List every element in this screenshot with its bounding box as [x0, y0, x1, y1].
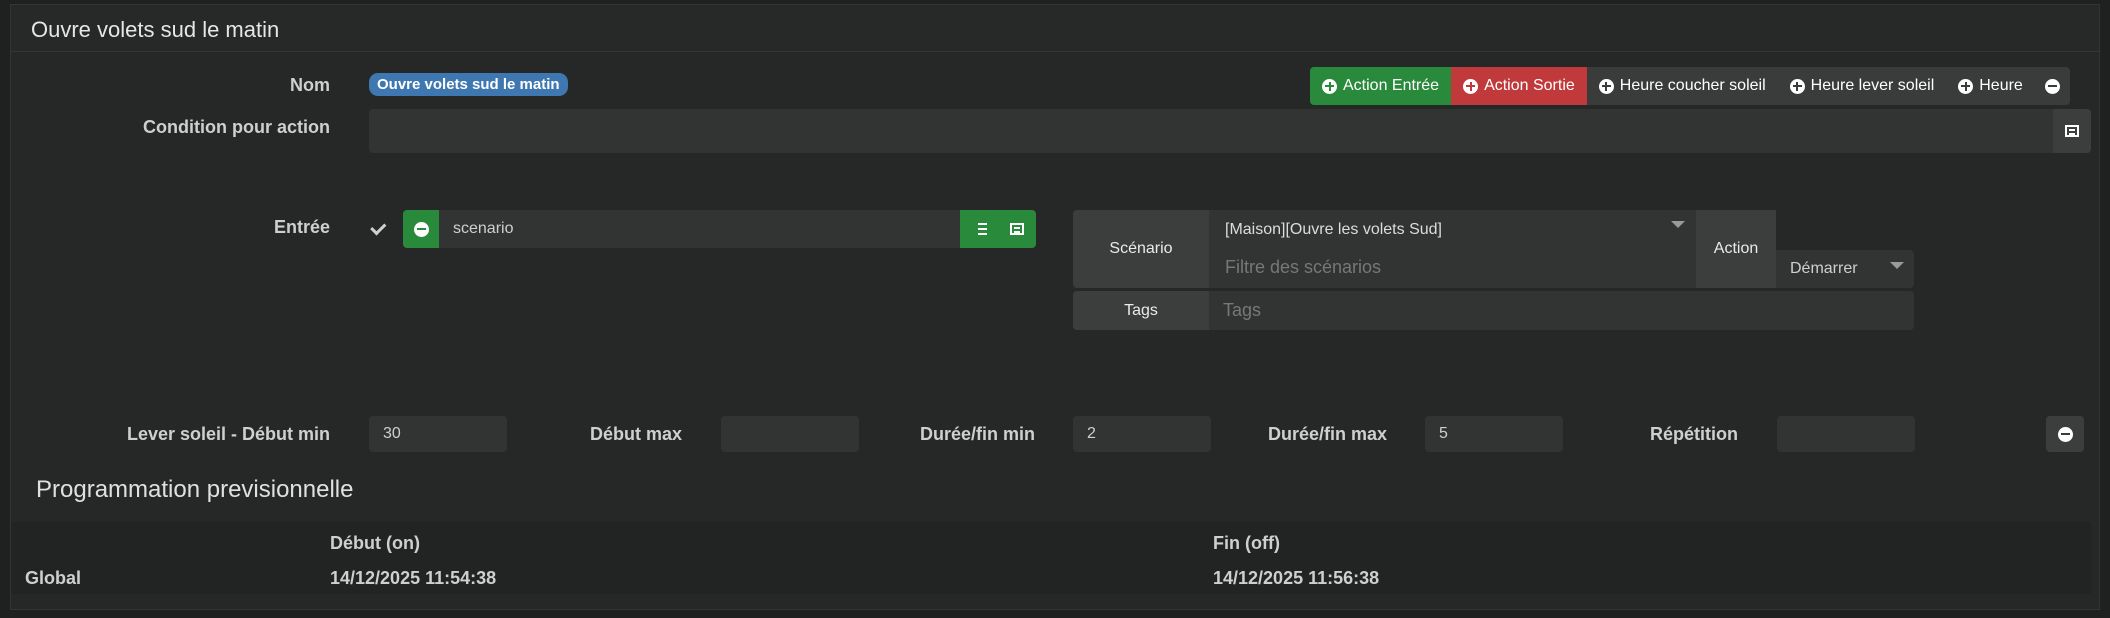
- list-icon: [2065, 125, 2079, 137]
- duration-max-label: Durée/fin max: [1267, 424, 1387, 444]
- column-header-start: Début (on): [330, 533, 420, 553]
- start-max-input[interactable]: [721, 416, 859, 452]
- plus-circle-icon: [1322, 78, 1337, 94]
- action-select[interactable]: Démarrer: [1776, 250, 1914, 288]
- remove-entry-button[interactable]: [403, 210, 439, 248]
- add-heure-lever-soleil-button[interactable]: Heure lever soleil: [1777, 67, 1947, 105]
- scenario-select-group: [Maison][Ouvre les volets Sud] Filtre de…: [1209, 210, 1696, 288]
- minus-circle-icon: [2057, 426, 2073, 442]
- action-label: Action: [1713, 240, 1759, 257]
- panel-title: Ouvre volets sud le matin: [31, 17, 280, 42]
- row-start-value: 14/12/2025 11:54:38: [330, 568, 497, 588]
- plus-circle-icon: [1598, 78, 1614, 94]
- select-entry-list-button[interactable]: [998, 210, 1036, 248]
- sunrise-start-min-label: Lever soleil - Début min: [126, 424, 330, 444]
- scenario-label-box: Scénario: [1073, 210, 1209, 288]
- list-icon: [1010, 223, 1024, 235]
- button-label: Heure lever soleil: [1810, 77, 1935, 94]
- name-label: Nom: [290, 75, 330, 95]
- remove-trigger-button[interactable]: [2034, 67, 2070, 105]
- tags-label: Tags: [1124, 301, 1158, 319]
- select-entry-tasks-button[interactable]: [960, 210, 998, 248]
- add-action-sortie-button[interactable]: Action Sortie: [1451, 67, 1587, 105]
- button-label: Action Sortie: [1484, 77, 1575, 94]
- add-heure-button[interactable]: Heure: [1946, 67, 2035, 105]
- panel-header: Ouvre volets sud le matin: [11, 5, 2099, 52]
- duration-min-label: Durée/fin min: [919, 424, 1035, 444]
- duration-min-input[interactable]: 2: [1073, 416, 1211, 452]
- entry-label: Entrée: [273, 217, 330, 237]
- plus-circle-icon: [1789, 78, 1805, 94]
- add-heure-coucher-soleil-button[interactable]: Heure coucher soleil: [1586, 67, 1778, 105]
- action-label-box: Action: [1696, 210, 1776, 288]
- tags-label-box: Tags: [1073, 291, 1209, 330]
- sunrise-start-min-input[interactable]: 30: [369, 416, 507, 452]
- button-label: Action Entrée: [1343, 77, 1440, 94]
- plus-circle-icon: [1958, 78, 1974, 94]
- column-header-end: Fin (off): [1213, 533, 1280, 553]
- action-button-bar: Action Entrée Action Sortie Heure couche…: [1310, 67, 2070, 105]
- chevron-down-icon: [1890, 262, 1904, 269]
- schedule-title: Programmation previsionnelle: [36, 476, 354, 503]
- minus-circle-icon: [413, 221, 429, 237]
- repetition-label: Répétition: [1650, 424, 1738, 444]
- scenario-select[interactable]: [Maison][Ouvre les volets Sud]: [1225, 221, 1442, 239]
- chevron-down-icon: [1671, 221, 1685, 228]
- entry-input[interactable]: scenario: [439, 210, 960, 248]
- entry-checkbox[interactable]: [369, 218, 389, 239]
- button-label: Heure: [1979, 77, 2023, 94]
- add-action-entree-button[interactable]: Action Entrée: [1310, 67, 1452, 105]
- condition-input[interactable]: [369, 109, 2053, 153]
- row-end-value: 14/12/2025 11:56:38: [1213, 568, 1380, 588]
- scenario-filter-input[interactable]: Filtre des scénarios: [1225, 257, 1381, 278]
- button-label: Heure coucher soleil: [1619, 77, 1766, 94]
- check-icon: [370, 218, 387, 236]
- plus-circle-icon: [1463, 78, 1479, 94]
- scenario-label: Scénario: [1109, 240, 1173, 257]
- schedule-table: [11, 522, 2091, 594]
- condition-label: Condition pour action: [143, 117, 330, 137]
- start-max-label: Début max: [589, 424, 682, 444]
- repetition-input[interactable]: [1777, 416, 1915, 452]
- condition-list-button[interactable]: [2053, 109, 2091, 153]
- name-badge: Ouvre volets sud le matin: [369, 73, 568, 96]
- row-label-global: Global: [25, 568, 82, 588]
- tasks-icon: [971, 223, 987, 235]
- remove-timing-button[interactable]: [2046, 416, 2084, 452]
- tags-input[interactable]: Tags: [1209, 291, 1914, 330]
- duration-max-input[interactable]: 5: [1425, 416, 1563, 452]
- minus-circle-icon: [2044, 78, 2060, 94]
